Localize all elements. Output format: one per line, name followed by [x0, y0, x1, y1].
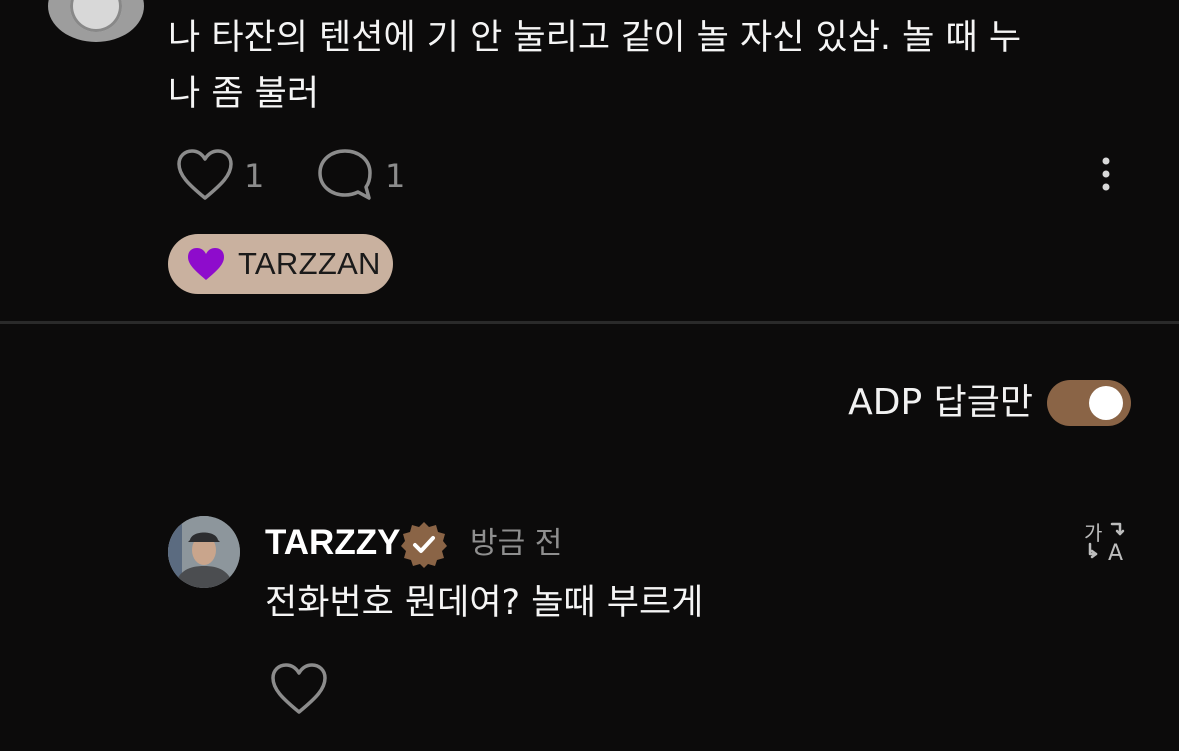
section-divider	[0, 321, 1179, 324]
translate-icon: 가 A	[1084, 521, 1125, 562]
reply-username[interactable]: TARZZY	[265, 520, 400, 566]
reply-avatar[interactable]	[168, 516, 240, 588]
like-count: 1	[244, 157, 265, 195]
svg-text:가: 가	[1084, 521, 1102, 545]
reply-text: 전화번호 뭔데여? 놀때 부르게	[265, 583, 704, 623]
badge-label: TARZZAN	[238, 246, 381, 281]
profile-photo	[168, 516, 240, 588]
reply-like-button[interactable]	[270, 662, 328, 716]
verified-check-icon	[401, 522, 447, 568]
reply-count: 1	[385, 157, 406, 195]
verified-badge	[400, 520, 448, 568]
adp-replies-toggle[interactable]	[1047, 380, 1131, 426]
more-options-button[interactable]	[1096, 156, 1116, 192]
svg-text:A: A	[1108, 541, 1123, 562]
toggle-knob	[1089, 386, 1123, 420]
heart-outline-icon	[177, 149, 233, 200]
fan-badge: TARZZAN	[168, 234, 393, 294]
speech-bubble-icon	[318, 149, 372, 200]
heart-filled-icon	[188, 248, 224, 280]
like-button[interactable]	[176, 148, 234, 202]
reply-timestamp: 방금 전	[470, 526, 563, 561]
translate-button[interactable]: 가 A	[1084, 520, 1128, 562]
filter-label: ADP 답글만	[848, 382, 1033, 423]
reply-button[interactable]	[316, 147, 374, 203]
heart-outline-icon	[271, 663, 327, 714]
more-vertical-icon	[1102, 157, 1110, 191]
commenter-avatar[interactable]	[48, 0, 144, 42]
comment-text: 나 타잔의 텐션에 기 안 눌리고 같이 놀 자신 있삼. 놀 때 누나 좀 불…	[168, 18, 1022, 114]
